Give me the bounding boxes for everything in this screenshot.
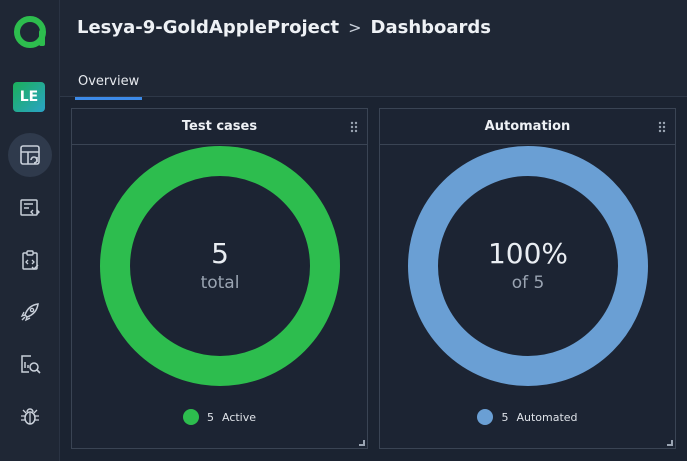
nav-dashboards[interactable]	[8, 133, 52, 177]
test-cases-widget: Test cases 5 total 5 Active	[71, 108, 368, 449]
resize-handle-icon[interactable]	[667, 440, 673, 446]
nav-defects[interactable]	[8, 394, 52, 438]
percent-value: 100%	[487, 237, 569, 270]
automation-widget: Automation 100% of 5 5 Automated	[379, 108, 676, 449]
analytics-icon	[21, 355, 41, 374]
sidebar: LE	[0, 0, 60, 461]
legend-count: 5	[501, 410, 509, 424]
widget-header: Test cases	[72, 109, 367, 145]
nav-launches[interactable]	[8, 290, 52, 334]
tab-bar: Overview	[75, 70, 143, 100]
drag-handle-icon[interactable]	[350, 121, 358, 133]
defects-icon	[21, 408, 39, 425]
legend-label: Active	[221, 410, 257, 424]
legend-dot-automated	[477, 409, 494, 425]
nav-test-plans[interactable]	[8, 238, 52, 282]
breadcrumb-project[interactable]: Lesya-9-GoldAppleProject	[77, 17, 339, 38]
drag-handle-icon[interactable]	[658, 121, 666, 133]
donut-center: 100% of 5	[408, 146, 648, 386]
widget-title: Automation	[484, 119, 571, 134]
dashboards-icon	[20, 145, 40, 165]
page-header: Lesya-9-GoldAppleProject > Dashboards Ov…	[60, 0, 687, 100]
breadcrumb-separator: >	[348, 18, 362, 37]
tab-overview[interactable]: Overview	[75, 72, 143, 100]
breadcrumb-page: Dashboards	[370, 17, 492, 38]
breadcrumb: Lesya-9-GoldAppleProject > Dashboards	[77, 17, 491, 38]
legend-count: 5	[206, 410, 214, 424]
widget-title: Test cases	[181, 119, 258, 134]
total-label: total	[200, 273, 240, 293]
project-avatar[interactable]: LE	[13, 82, 45, 112]
launches-icon	[20, 303, 39, 322]
allure-logo-icon[interactable]	[12, 14, 48, 50]
test-cases-icon	[20, 199, 40, 216]
legend-dot-active	[182, 409, 199, 425]
percent-label: of 5	[511, 273, 545, 293]
legend: 5 Active	[72, 409, 367, 425]
avatar-initials: LE	[19, 89, 39, 105]
resize-handle-icon[interactable]	[359, 440, 365, 446]
nav-analytics[interactable]	[8, 342, 52, 386]
test-plans-icon	[22, 250, 39, 270]
donut-center: 5 total	[100, 146, 340, 386]
legend: 5 Automated	[380, 409, 675, 425]
total-value: 5	[211, 237, 229, 270]
legend-label: Automated	[516, 410, 578, 424]
widget-header: Automation	[380, 109, 675, 145]
nav-test-cases[interactable]	[8, 186, 52, 230]
